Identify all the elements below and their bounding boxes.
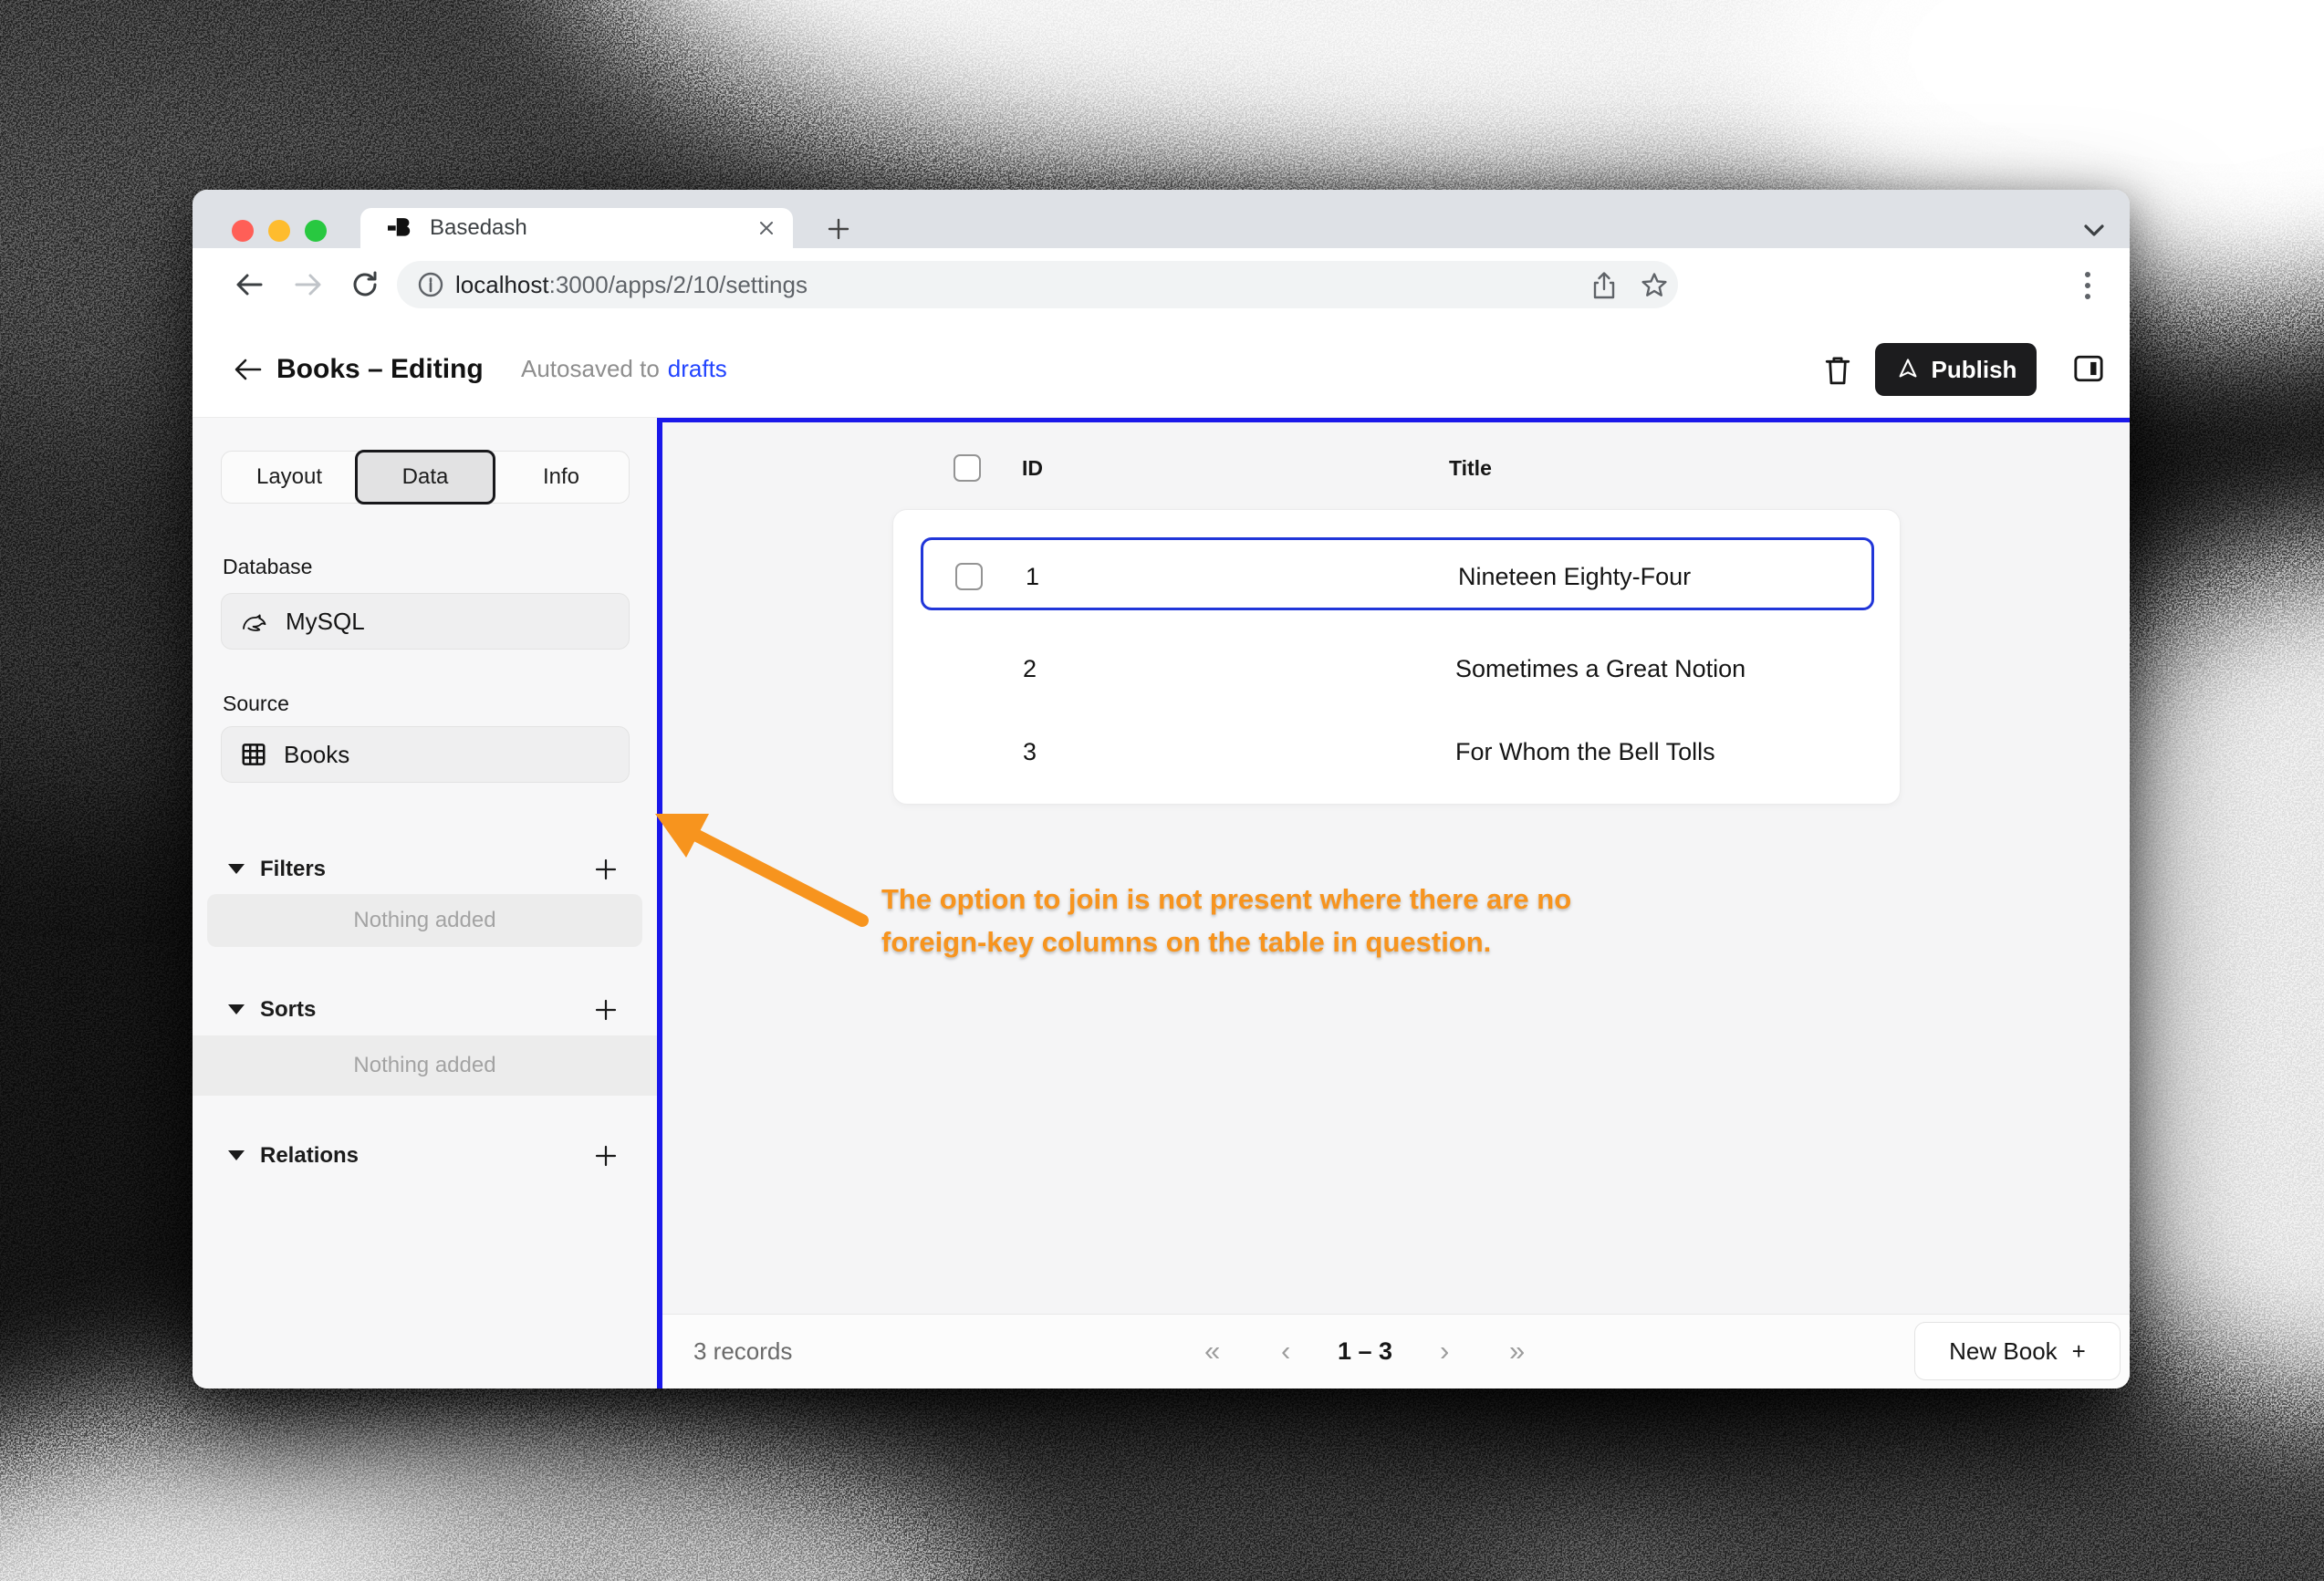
records-card: 1 Nineteen Eighty-Four 2 Sometimes a Gre… — [892, 509, 1901, 805]
annotation-line1: The option to join is not present where … — [881, 883, 1572, 915]
forward-icon[interactable] — [293, 270, 324, 299]
url-text: localhost:3000/apps/2/10/settings — [455, 261, 808, 308]
table-footer: 3 records « ‹ 1 – 3 › » New Book + — [662, 1314, 2130, 1389]
close-window-button[interactable] — [232, 220, 254, 242]
browser-menu-icon[interactable] — [2083, 270, 2092, 301]
autosave-prefix: Autosaved to — [521, 355, 660, 382]
sorts-label: Sorts — [260, 997, 317, 1022]
last-page-icon[interactable]: » — [1509, 1315, 1525, 1388]
column-header-title: Title — [1449, 456, 1492, 480]
url-path: :3000/apps/2/10/settings — [548, 271, 808, 298]
cell-id: 1 — [1026, 563, 1040, 590]
minimize-window-button[interactable] — [268, 220, 290, 242]
table-row[interactable]: 1 Nineteen Eighty-Four — [921, 537, 1874, 610]
new-book-button[interactable]: New Book + — [1914, 1322, 2121, 1380]
cell-title: For Whom the Bell Tolls — [1455, 738, 1715, 765]
record-count: 3 records — [693, 1337, 793, 1365]
plus-icon: + — [2071, 1337, 2086, 1365]
settings-sidebar: Layout Data Info Database MySQL Source B… — [193, 418, 657, 1389]
database-select[interactable]: MySQL — [221, 593, 630, 650]
back-icon[interactable] — [234, 270, 265, 299]
add-sort-icon[interactable] — [592, 996, 620, 1024]
tab-strip: Basedash — [193, 190, 2130, 248]
annotation-text: The option to join is not present where … — [881, 878, 1803, 963]
basedash-favicon-icon — [388, 218, 411, 236]
browser-tab[interactable]: Basedash — [360, 208, 793, 248]
new-tab-icon[interactable] — [827, 217, 850, 241]
share-icon[interactable] — [1590, 271, 1618, 300]
filters-empty-state: Nothing added — [207, 894, 642, 947]
tab-close-icon[interactable] — [756, 218, 776, 238]
source-value: Books — [284, 740, 350, 768]
cell-title: Nineteen Eighty-Four — [1458, 563, 1692, 590]
cell-id: 3 — [1023, 738, 1037, 765]
sorts-section-header[interactable]: Sorts — [193, 994, 657, 1025]
relations-section-header[interactable]: Relations — [193, 1140, 657, 1171]
add-filter-icon[interactable] — [592, 856, 620, 883]
annotation-arrow — [655, 814, 869, 927]
sorts-empty-state: Nothing added — [193, 1035, 657, 1096]
page-title: Books – Editing — [276, 354, 484, 384]
row-checkbox[interactable] — [955, 563, 983, 590]
cell-title: Sometimes a Great Notion — [1455, 655, 1746, 682]
autosave-status: Autosaved to drafts — [521, 321, 727, 417]
publish-button[interactable]: Publish — [1875, 343, 2037, 396]
filters-section-header[interactable]: Filters — [193, 854, 657, 885]
database-label: Database — [223, 555, 313, 578]
bookmark-star-icon[interactable] — [1640, 271, 1669, 300]
drafts-link[interactable]: drafts — [668, 355, 727, 382]
sidebar-tabs: Layout Data Info — [221, 450, 630, 504]
address-bar[interactable]: localhost:3000/apps/2/10/settings — [397, 261, 1678, 308]
tab-data[interactable]: Data — [355, 450, 495, 504]
app-header: Books – Editing Autosaved to drafts Publi… — [193, 321, 2130, 418]
toggle-panel-icon[interactable] — [2073, 354, 2104, 383]
add-relation-icon[interactable] — [592, 1142, 620, 1170]
collapse-triangle-icon — [228, 864, 245, 874]
tab-layout[interactable]: Layout — [222, 452, 357, 503]
url-bar: localhost:3000/apps/2/10/settings — [193, 248, 2130, 321]
desktop-background: Basedash localhost:3000/apps/2/10/settin… — [0, 0, 2324, 1581]
cell-id: 2 — [1023, 655, 1037, 682]
annotation-line2: foreign-key columns on the table in ques… — [881, 926, 1492, 958]
select-all-checkbox[interactable] — [954, 454, 981, 482]
table-grid-icon — [242, 744, 266, 765]
source-label: Source — [223, 692, 289, 715]
publish-icon — [1899, 359, 1916, 378]
first-page-icon[interactable]: « — [1204, 1315, 1220, 1388]
collapse-triangle-icon — [228, 1004, 245, 1014]
collapse-triangle-icon — [228, 1150, 245, 1160]
url-host: localhost — [455, 271, 549, 298]
publish-label: Publish — [1931, 355, 2017, 383]
column-header-id: ID — [1022, 456, 1043, 480]
site-info-icon[interactable] — [417, 271, 444, 298]
page-range: 1 – 3 — [1337, 1337, 1393, 1365]
zoom-window-button[interactable] — [305, 220, 327, 242]
tab-title: Basedash — [430, 215, 527, 240]
mysql-dolphin-icon — [243, 614, 266, 631]
relations-label: Relations — [260, 1143, 360, 1168]
tab-info[interactable]: Info — [494, 452, 629, 503]
database-value: MySQL — [286, 607, 365, 635]
browser-window: Basedash localhost:3000/apps/2/10/settin… — [193, 190, 2130, 1389]
source-select[interactable]: Books — [221, 726, 630, 783]
next-page-icon[interactable]: › — [1440, 1315, 1449, 1388]
filters-label: Filters — [260, 857, 327, 881]
table-row[interactable]: 2 Sometimes a Great Notion — [921, 632, 1874, 705]
trash-icon[interactable] — [1822, 354, 1853, 387]
new-book-label: New Book — [1949, 1337, 2058, 1365]
app-back-icon[interactable] — [233, 356, 264, 383]
reload-icon[interactable] — [349, 270, 380, 299]
table-row[interactable]: 3 For Whom the Bell Tolls — [921, 715, 1874, 788]
tab-search-chevron-icon[interactable] — [2080, 223, 2108, 241]
prev-page-icon[interactable]: ‹ — [1281, 1315, 1290, 1388]
